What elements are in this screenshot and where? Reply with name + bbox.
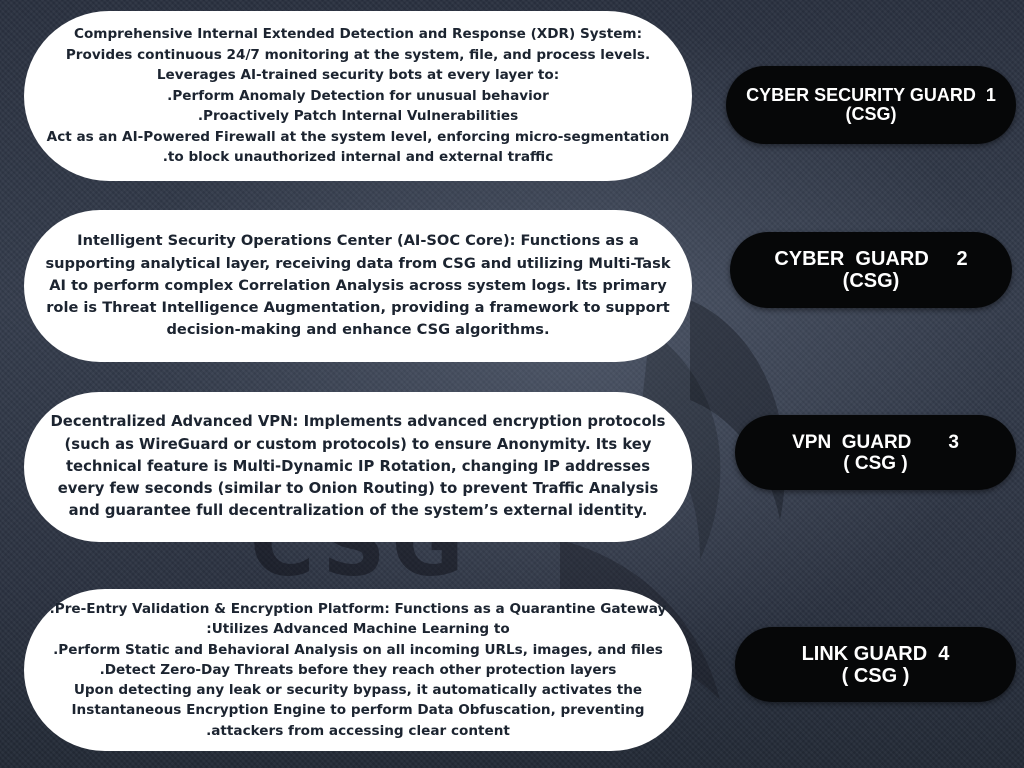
card-text-line: (such as WireGuard or custom protocols) …: [64, 435, 652, 453]
card-text-line: .Detect Zero-Day Threats before they rea…: [99, 661, 617, 678]
vpn-guard-pill: VPN GUARD 3 ( CSG ): [735, 415, 1016, 490]
card-text-line: Decentralized Advanced VPN: Implements a…: [50, 413, 666, 431]
xdr-description-card: Comprehensive Internal Extended Detectio…: [24, 11, 692, 181]
card-text-line: Intelligent Security Operations Center (…: [77, 232, 639, 250]
card-text-line: role is Threat Intelligence Augmentation…: [46, 299, 670, 317]
pill-subtitle: (CSG): [845, 104, 897, 124]
pill-subtitle: ( CSG ): [843, 452, 908, 474]
card-text-line: Leverages AI-trained security bots at ev…: [156, 67, 560, 84]
card-text-line: Provides continuous 24/7 monitoring at t…: [65, 46, 651, 63]
card-text-line: and guarantee full decentralization of t…: [68, 502, 648, 520]
card-text-line: every few seconds (similar to Onion Rout…: [57, 480, 659, 498]
cyber-guard-pill: CYBER GUARD 2 (CSG): [730, 232, 1012, 308]
card-text-line: AI to perform complex Correlation Analys…: [49, 276, 667, 294]
card-text-line: .Perform Anomaly Detection for unusual b…: [167, 87, 549, 104]
card-text-line: supporting analytical layer, receiving d…: [45, 254, 671, 272]
card-text-line: Instantaneous Encryption Engine to perfo…: [71, 702, 645, 719]
card-text-line: Upon detecting any leak or security bypa…: [73, 682, 643, 699]
pill-title: VPN GUARD 3: [792, 431, 959, 453]
cyber-security-guard-pill: CYBER SECURITY GUARD 1 (CSG): [726, 66, 1016, 144]
link-guard-description-card: .Pre-Entry Validation & Encryption Platf…: [24, 589, 692, 751]
card-text-line: .to block unauthorized internal and exte…: [162, 149, 554, 166]
vpn-description-card: Decentralized Advanced VPN: Implements a…: [24, 392, 692, 542]
pill-title: CYBER SECURITY GUARD 1: [746, 85, 996, 105]
card-text-line: technical feature is Multi-Dynamic IP Ro…: [65, 457, 651, 475]
card-text-line: .Pre-Entry Validation & Encryption Platf…: [49, 601, 667, 618]
card-text-line: .Perform Static and Behavioral Analysis …: [53, 641, 663, 658]
ai-soc-description-card: Intelligent Security Operations Center (…: [24, 210, 692, 362]
card-text-line: .attackers from accessing clear content: [206, 722, 510, 739]
link-guard-pill: LINK GUARD 4 ( CSG ): [735, 627, 1016, 702]
pill-subtitle: ( CSG ): [841, 664, 910, 687]
card-text-line: Act as an AI-Powered Firewall at the sys…: [46, 128, 670, 145]
card-text-line: .Proactively Patch Internal Vulnerabilit…: [197, 108, 519, 125]
pill-title: LINK GUARD 4: [801, 642, 950, 665]
pill-subtitle: (CSG): [842, 270, 900, 292]
pill-title: CYBER GUARD 2: [774, 248, 968, 270]
card-text-line: Comprehensive Internal Extended Detectio…: [73, 25, 643, 42]
card-text-line: :Utilizes Advanced Machine Learning to: [206, 621, 510, 638]
card-text-line: decision-making and enhance CSG algorith…: [166, 321, 550, 339]
